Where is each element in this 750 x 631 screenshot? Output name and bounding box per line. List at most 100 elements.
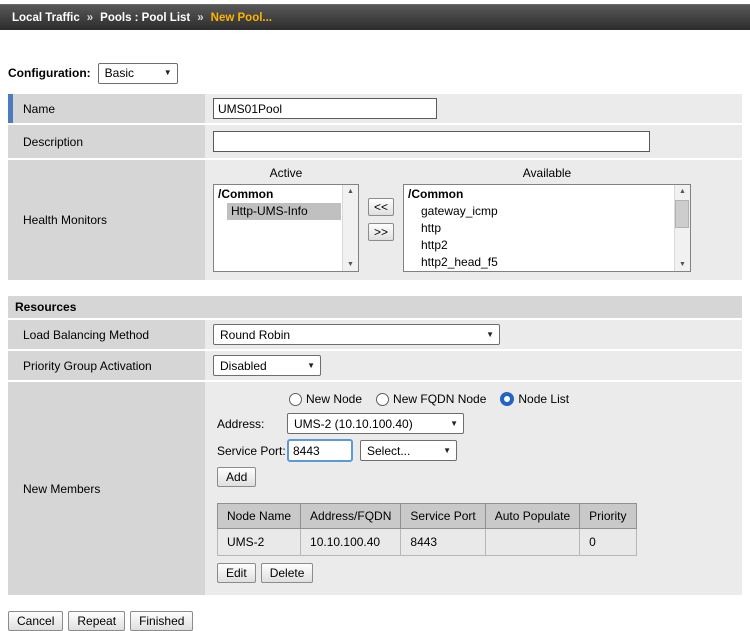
radio-node-list[interactable] xyxy=(500,392,514,406)
service-port-field-row: Service Port: Select... ▼ xyxy=(217,439,734,462)
available-listbox-scrollbar[interactable]: ▲ ▼ xyxy=(674,185,690,271)
address-field-row: Address: UMS-2 (10.10.100.40) ▼ xyxy=(217,413,734,434)
form-footer: Cancel Repeat Finished xyxy=(8,611,750,631)
active-monitors-listbox[interactable]: /Common Http-UMS-Info ▲ ▼ xyxy=(213,184,359,272)
description-row: Description xyxy=(8,125,742,158)
member-service-port: 8443 xyxy=(401,529,485,556)
priority-group-activation-selected-value: Disabled xyxy=(220,359,267,373)
new-members-value-cell: New Node New FQDN Node Node List Address… xyxy=(205,382,742,595)
description-input[interactable] xyxy=(213,131,650,152)
radio-new-fqdn-node[interactable] xyxy=(376,393,389,406)
description-label: Description xyxy=(23,135,83,149)
address-label: Address: xyxy=(217,417,287,431)
priority-group-activation-select[interactable]: Disabled ▼ xyxy=(213,355,321,376)
cancel-button[interactable]: Cancel xyxy=(8,611,63,631)
repeat-button[interactable]: Repeat xyxy=(68,611,125,631)
active-listbox-scrollbar[interactable]: ▲ ▼ xyxy=(342,185,358,271)
scrollbar-thumb[interactable] xyxy=(675,200,689,228)
available-monitor-item[interactable]: gateway_icmp xyxy=(404,203,673,220)
configuration-label: Configuration: xyxy=(8,66,91,80)
priority-group-activation-row: Priority Group Activation Disabled ▼ xyxy=(8,351,742,380)
health-monitors-label: Health Monitors xyxy=(23,213,107,227)
chevron-down-icon: ▼ xyxy=(450,420,458,428)
scroll-down-icon[interactable]: ▼ xyxy=(347,261,354,268)
resources-section-header: Resources xyxy=(8,296,742,318)
health-monitors-value-cell: Active /Common Http-UMS-Info ▲ ▼ << >> xyxy=(205,160,742,280)
service-port-label: Service Port: xyxy=(217,444,287,458)
breadcrumb-pool-list[interactable]: Pools : Pool List xyxy=(100,12,190,24)
members-table-header-node-name: Node Name xyxy=(218,504,301,529)
table-row[interactable]: UMS-2 10.10.100.40 8443 0 xyxy=(218,529,637,556)
chevron-down-icon: ▼ xyxy=(486,331,494,339)
load-balancing-method-row: Load Balancing Method Round Robin ▼ xyxy=(8,320,742,349)
member-auto-populate xyxy=(485,529,579,556)
members-table-header-address-fqdn: Address/FQDN xyxy=(301,504,401,529)
address-select[interactable]: UMS-2 (10.10.100.40) ▼ xyxy=(287,413,464,434)
scroll-down-icon[interactable]: ▼ xyxy=(679,261,686,268)
address-selected-value: UMS-2 (10.10.100.40) xyxy=(294,417,413,431)
scroll-up-icon[interactable]: ▲ xyxy=(679,188,686,195)
breadcrumb: Local Traffic » Pools : Pool List » New … xyxy=(0,4,750,30)
load-balancing-method-label-cell: Load Balancing Method xyxy=(8,320,205,349)
member-address-fqdn: 10.10.100.40 xyxy=(301,529,401,556)
members-table-header-row: Node Name Address/FQDN Service Port Auto… xyxy=(218,504,637,529)
available-monitors-title: Available xyxy=(403,166,691,180)
radio-new-node[interactable] xyxy=(289,393,302,406)
available-monitor-item[interactable]: http2_head_f5 xyxy=(404,254,673,271)
available-monitor-item[interactable]: http xyxy=(404,220,673,237)
radio-new-fqdn-node-label[interactable]: New FQDN Node xyxy=(393,392,486,406)
active-monitors-partition-group: /Common xyxy=(214,186,341,203)
new-members-label-cell: New Members xyxy=(8,382,205,595)
configuration-select[interactable]: Basic ▼ xyxy=(98,63,178,84)
priority-group-activation-label-cell: Priority Group Activation xyxy=(8,351,205,380)
description-value-cell xyxy=(205,125,742,158)
breadcrumb-current-page: New Pool... xyxy=(211,12,272,24)
members-table-header-service-port: Service Port xyxy=(401,504,485,529)
active-monitors-title: Active xyxy=(213,166,359,180)
available-monitors-partition-group: /Common xyxy=(404,186,673,203)
load-balancing-method-select[interactable]: Round Robin ▼ xyxy=(213,324,500,345)
breadcrumb-separator: » xyxy=(87,12,93,24)
name-label-cell: Name xyxy=(8,94,205,123)
new-members-row: New Members New Node New FQDN Node Node … xyxy=(8,382,742,595)
load-balancing-method-selected-value: Round Robin xyxy=(220,328,290,342)
scroll-up-icon[interactable]: ▲ xyxy=(347,188,354,195)
available-monitor-item[interactable]: http2 xyxy=(404,237,673,254)
delete-member-button[interactable]: Delete xyxy=(261,563,314,583)
edit-member-button[interactable]: Edit xyxy=(217,563,256,583)
service-port-select[interactable]: Select... ▼ xyxy=(360,440,457,461)
priority-group-activation-value-cell: Disabled ▼ xyxy=(205,351,742,380)
load-balancing-method-value-cell: Round Robin ▼ xyxy=(205,320,742,349)
members-table: Node Name Address/FQDN Service Port Auto… xyxy=(217,503,637,556)
priority-group-activation-label: Priority Group Activation xyxy=(23,359,152,373)
health-monitors-row: Health Monitors Active /Common Http-UMS-… xyxy=(8,160,742,280)
load-balancing-method-label: Load Balancing Method xyxy=(23,328,149,342)
description-label-cell: Description xyxy=(8,125,205,158)
node-type-radio-group: New Node New FQDN Node Node List xyxy=(289,392,734,406)
name-input[interactable] xyxy=(213,98,437,119)
chevron-down-icon: ▼ xyxy=(443,447,451,455)
available-monitors-listbox[interactable]: /Common gateway_icmp http http2 http2_he… xyxy=(403,184,691,272)
radio-new-node-label[interactable]: New Node xyxy=(306,392,362,406)
members-table-header-auto-populate: Auto Populate xyxy=(485,504,579,529)
new-members-label: New Members xyxy=(23,482,100,496)
finished-button[interactable]: Finished xyxy=(130,611,193,631)
radio-node-list-label[interactable]: Node List xyxy=(518,392,569,406)
breadcrumb-separator: » xyxy=(197,12,203,24)
breadcrumb-local-traffic[interactable]: Local Traffic xyxy=(12,12,80,24)
chevron-down-icon: ▼ xyxy=(307,362,315,370)
member-node-name: UMS-2 xyxy=(218,529,301,556)
members-table-header-priority: Priority xyxy=(580,504,636,529)
name-value-cell xyxy=(205,94,742,123)
move-to-active-button[interactable]: << xyxy=(368,198,394,216)
active-monitor-item-selected[interactable]: Http-UMS-Info xyxy=(227,203,341,220)
name-label: Name xyxy=(23,102,55,116)
service-port-input[interactable] xyxy=(287,439,353,462)
chevron-down-icon: ▼ xyxy=(164,69,172,77)
add-member-button[interactable]: Add xyxy=(217,467,256,487)
general-properties-form: Name Description Health Monitors Active … xyxy=(8,94,742,280)
name-row: Name xyxy=(8,94,742,123)
resources-form: Load Balancing Method Round Robin ▼ Prio… xyxy=(8,320,742,595)
move-to-available-button[interactable]: >> xyxy=(368,223,394,241)
service-port-select-value: Select... xyxy=(367,444,410,458)
